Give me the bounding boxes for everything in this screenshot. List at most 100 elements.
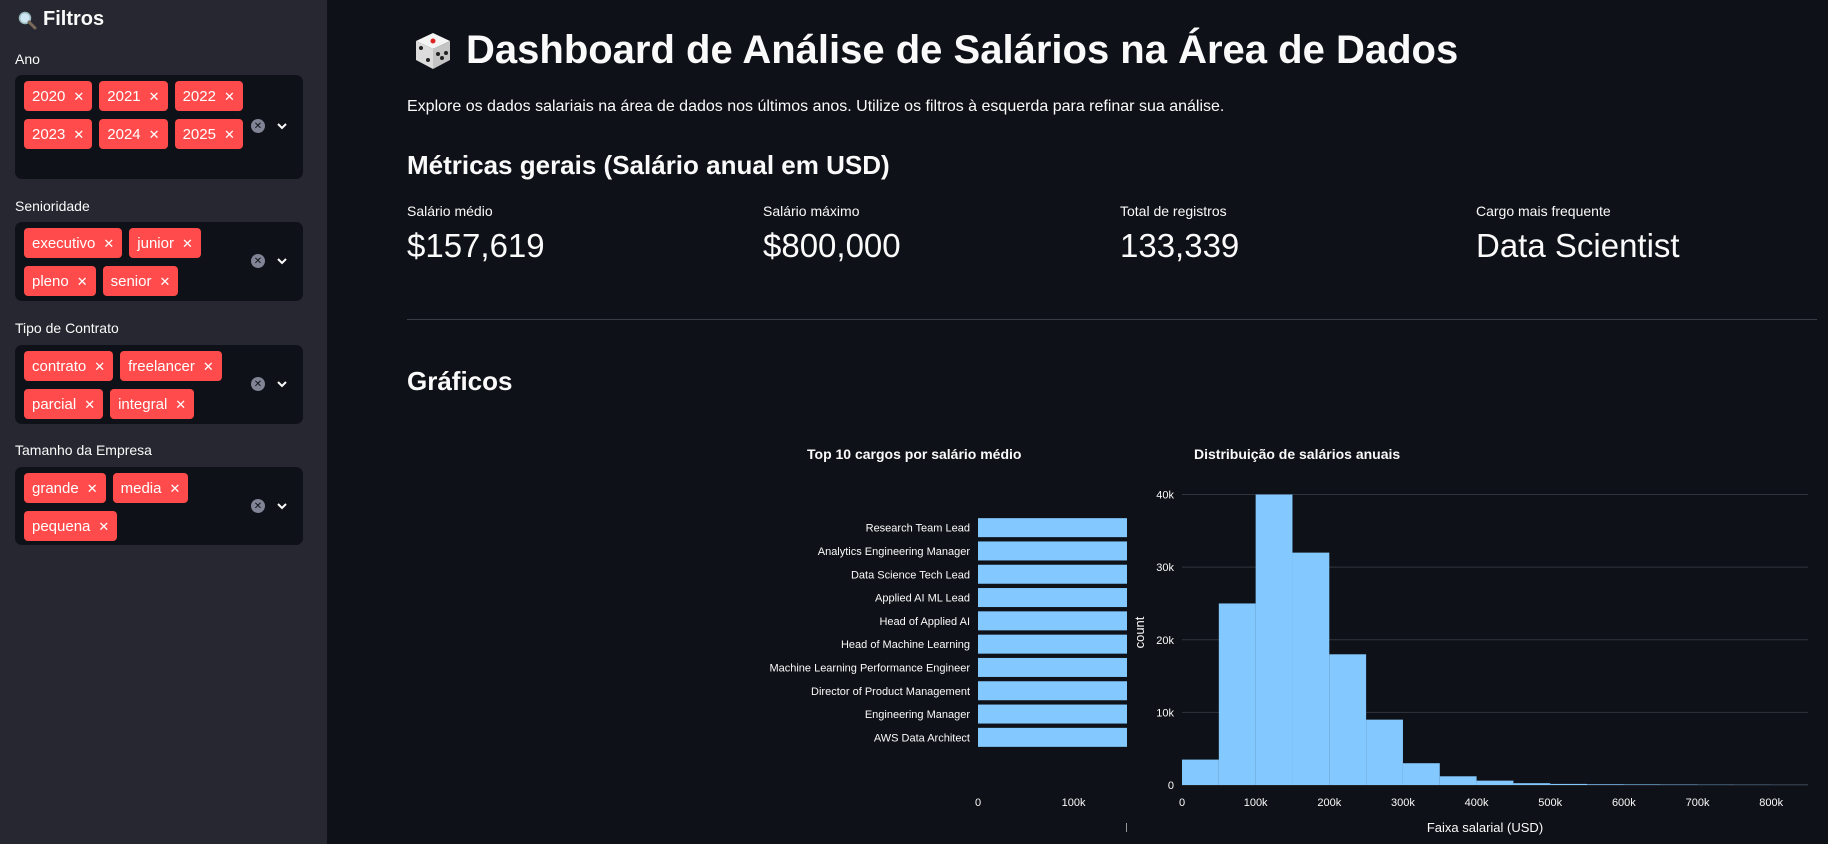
clear-all-icon[interactable]: ✕	[251, 499, 265, 513]
tag-ano[interactable]: 2022 ✕	[174, 81, 243, 111]
x-tick-label: 100k	[1244, 797, 1268, 809]
filter-multiselect-senioridade[interactable]: executivo ✕ junior ✕ pleno ✕ senior ✕ ✕	[15, 222, 303, 301]
chevron-down-icon[interactable]	[275, 254, 289, 268]
x-tick-label: 100k	[1062, 797, 1086, 809]
tag-label: contrato	[32, 357, 87, 375]
tag-senioridade[interactable]: pleno ✕	[24, 266, 96, 296]
remove-tag-icon[interactable]: ✕	[103, 237, 114, 250]
remove-tag-icon[interactable]: ✕	[73, 90, 84, 103]
remove-tag-icon[interactable]: ✕	[224, 90, 235, 103]
x-tick-label: 0	[1179, 797, 1185, 809]
category-label: Machine Learning Performance Engineer	[769, 662, 970, 674]
bar	[978, 588, 1258, 608]
y-axis-label: count	[1132, 616, 1147, 648]
tag-label: pequena	[32, 517, 91, 535]
remove-tag-icon[interactable]: ✕	[94, 360, 105, 373]
metric-value: $800,000	[763, 227, 901, 264]
histogram-bar	[1402, 763, 1440, 785]
dice-icon	[412, 30, 454, 72]
filter-multiselect-tamanho-empresa[interactable]: grande ✕ media ✕ pequena ✕ ✕	[15, 467, 303, 545]
tag-ano[interactable]: 2021 ✕	[99, 81, 168, 111]
remove-tag-icon[interactable]: ✕	[84, 398, 95, 411]
sidebar-header: Filtros	[17, 8, 104, 31]
tag-senioridade[interactable]: executivo ✕	[24, 228, 123, 258]
clear-all-icon[interactable]: ✕	[251, 254, 265, 268]
chart-top-cargos: Top 10 cargos por salário médio Research …	[427, 440, 1408, 844]
histogram-bar	[1623, 784, 1661, 785]
remove-tag-icon[interactable]: ✕	[203, 360, 214, 373]
tag-tipo-contrato[interactable]: parcial ✕	[24, 389, 104, 419]
tag-label: grande	[32, 479, 79, 497]
page-title: Dashboard de Análise de Salários na Área…	[412, 28, 1458, 73]
bar	[978, 681, 1230, 701]
filter-multiselect-ano[interactable]: 2020 ✕ 2021 ✕ 2022 ✕ 2023 ✕ 2024 ✕ 2025 ✕ ✕	[15, 75, 303, 179]
category-label: Research Team Lead	[866, 523, 970, 535]
y-tick-label: 30k	[1156, 562, 1174, 574]
category-label: Applied AI ML Lead	[875, 593, 970, 605]
tag-tamanho-empresa[interactable]: grande ✕	[24, 473, 106, 503]
histogram-bar	[1513, 783, 1551, 785]
tag-label: freelancer	[128, 357, 195, 375]
remove-tag-icon[interactable]: ✕	[224, 128, 235, 141]
remove-tag-icon[interactable]: ✕	[182, 237, 193, 250]
x-tick-label: 0	[975, 797, 981, 809]
metric-label: Salário máximo	[763, 203, 860, 219]
tag-ano[interactable]: 2025 ✕	[174, 119, 243, 149]
chart-title: Top 10 cargos por salário médio	[807, 446, 1021, 462]
tag-label: senior	[110, 272, 152, 290]
tag-ano[interactable]: 2023 ✕	[24, 119, 93, 149]
histogram-bar	[1218, 603, 1256, 785]
remove-tag-icon[interactable]: ✕	[159, 275, 170, 288]
x-tick-label: 600k	[1612, 797, 1636, 809]
metric-salario-maximo: Salário máximo $800,000	[763, 203, 901, 265]
tag-senioridade[interactable]: junior ✕	[129, 228, 201, 258]
remove-tag-icon[interactable]: ✕	[149, 128, 160, 141]
filter-label-tamanho-empresa: Tamanho da Empresa	[15, 442, 152, 458]
filter-label-ano: Ano	[15, 51, 40, 67]
charts-heading: Gráficos	[407, 366, 513, 396]
tag-tipo-contrato[interactable]: integral ✕	[110, 389, 195, 419]
x-axis-label: Faixa salarial (USD)	[1427, 820, 1543, 835]
filter-multiselect-tipo-contrato[interactable]: contrato ✕ freelancer ✕ parcial ✕ integral ✕…	[15, 345, 303, 424]
bar-chart-svg: Top 10 cargos por salário médio Research …	[769, 446, 1408, 835]
metric-salario-medio: Salário médio $157,619	[407, 203, 545, 265]
remove-tag-icon[interactable]: ✕	[175, 398, 186, 411]
remove-tag-icon[interactable]: ✕	[87, 482, 98, 495]
tag-ano[interactable]: 2020 ✕	[24, 81, 93, 111]
tag-senioridade[interactable]: senior ✕	[102, 266, 179, 296]
remove-tag-icon[interactable]: ✕	[73, 128, 84, 141]
chevron-down-icon[interactable]	[275, 377, 289, 391]
remove-tag-icon[interactable]: ✕	[169, 482, 180, 495]
bar	[978, 727, 1225, 747]
tag-label: junior	[137, 234, 174, 252]
histogram-bar	[1329, 654, 1367, 785]
remove-tag-icon[interactable]: ✕	[77, 275, 88, 288]
tag-tipo-contrato[interactable]: freelancer ✕	[120, 351, 222, 381]
histogram-svg: Distribuição de salários anuais 0 10k 20k 30…	[1132, 446, 1808, 835]
metric-total-registros: Total de registros 133,339	[1120, 203, 1239, 265]
metric-label: Salário médio	[407, 203, 493, 219]
remove-tag-icon[interactable]: ✕	[149, 90, 160, 103]
histogram-bar	[1439, 776, 1477, 785]
chevron-down-icon[interactable]	[275, 499, 289, 513]
y-tick-label: 40k	[1156, 490, 1174, 502]
remove-tag-icon[interactable]: ✕	[98, 520, 109, 533]
chevron-down-icon[interactable]	[275, 119, 289, 133]
histogram-bar	[1366, 719, 1403, 785]
tag-tamanho-empresa[interactable]: pequena ✕	[24, 511, 118, 541]
tag-tipo-contrato[interactable]: contrato ✕	[24, 351, 114, 381]
tag-tamanho-empresa[interactable]: media ✕	[112, 473, 189, 503]
x-tick-label: 200k	[1317, 797, 1341, 809]
clear-all-icon[interactable]: ✕	[251, 119, 265, 133]
category-label: Engineering Manager	[865, 709, 971, 721]
metric-value: Data Scientist	[1476, 227, 1680, 264]
tag-label: integral	[118, 395, 168, 413]
tag-label: 2021	[107, 87, 141, 105]
tag-ano[interactable]: 2024 ✕	[99, 119, 168, 149]
tag-label: 2020	[32, 87, 66, 105]
histogram-bar	[1255, 494, 1293, 785]
category-label: Analytics Engineering Manager	[818, 546, 971, 558]
clear-all-icon[interactable]: ✕	[251, 377, 265, 391]
histogram-bar	[1292, 552, 1330, 785]
chart-distribuicao-salarios: Distribuição de salários anuais 0 10k 20k 30…	[1107, 440, 1828, 844]
